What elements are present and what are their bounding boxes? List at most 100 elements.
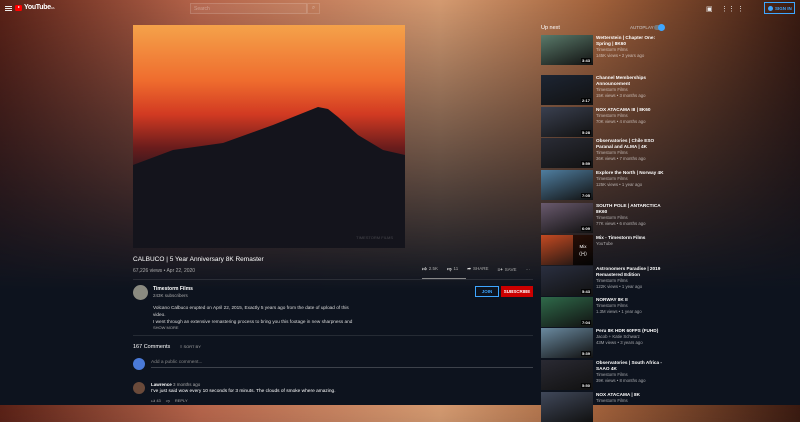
video-title[interactable]: Observatories | Chile ESO Paranal and AL…	[596, 138, 666, 150]
video-title[interactable]: Observatories | South Africa - SAAO 4K	[596, 360, 666, 372]
mountain-silhouette	[133, 107, 405, 248]
video-thumbnail[interactable]: 5:59	[541, 138, 593, 168]
divider	[133, 279, 533, 280]
divider	[133, 335, 533, 336]
comment-time: 3 months ago	[173, 382, 201, 387]
search-input[interactable]: Search	[190, 3, 307, 14]
recommended-video[interactable]: 7:05 Explore the North | Norway 4K Timesto…	[541, 170, 666, 200]
video-meta: 125K views • 1 year ago	[596, 182, 643, 187]
top-bar: YouTube CA Search ⌕ ▣ ⋮⋮ ⋮ SIGN IN	[0, 0, 800, 18]
hamburger-menu-icon[interactable]	[5, 6, 12, 11]
like-button[interactable]: 👍︎ 2.5K	[422, 266, 438, 272]
video-meta: 36K views • 7 months ago	[596, 156, 646, 161]
more-actions-icon[interactable]: ···	[525, 267, 530, 272]
video-duration: 7:04	[580, 320, 591, 325]
autoplay-toggle[interactable]	[654, 24, 665, 31]
recommended-video[interactable]: 5:50 Observatories | South Africa - SAAO …	[541, 360, 666, 390]
comment-like-button[interactable]: 👍︎ 43	[151, 398, 161, 404]
video-thumbnail[interactable]: 6:09	[541, 203, 593, 233]
video-duration: 7:05	[580, 193, 591, 198]
comment-text: I've just said wow every 10 seconds for …	[151, 389, 336, 394]
comment-input-underline	[151, 367, 533, 368]
recommended-video[interactable]: 7:04 NORWAY 8K II Timestorm Films 1.3M view…	[541, 297, 666, 327]
video-duration: 2:17	[580, 98, 591, 103]
apps-grid-icon[interactable]: ⋮⋮	[721, 5, 735, 13]
search-icon[interactable]: ⌕	[307, 3, 320, 14]
recommended-video[interactable]: 5:43 Astronomers Paradise | 2019 Remaster…	[541, 266, 666, 296]
sort-by-button[interactable]: ≡ SORT BY	[180, 344, 201, 349]
user-avatar	[133, 358, 145, 370]
mix-radio-icon: ((•))	[579, 251, 587, 256]
video-thumbnail[interactable]: 7:05	[541, 170, 593, 200]
join-button[interactable]: JOIN	[475, 286, 499, 297]
video-duration: 3:43	[580, 58, 591, 63]
video-title: CALBUCO | 5 Year Anniversary 8K Remaster	[133, 256, 264, 263]
video-meta: 122K views • 1 year ago	[596, 284, 643, 289]
thumbs-up-icon: 👍︎	[422, 266, 427, 271]
recommended-video[interactable]: 2:17 Channel Memberships Announcement Time…	[541, 75, 666, 105]
recommended-video[interactable]: 5:28 NOX ATACAMA III | 8K60 Timestorm Film…	[541, 107, 666, 137]
video-thumbnail[interactable]: Mix ((•))	[541, 235, 593, 265]
save-button[interactable]: ≡+ SAVE	[498, 267, 517, 272]
recommended-video[interactable]: Mix ((•)) Mix - Timestorm Films YouTube	[541, 235, 666, 265]
video-meta: 70K views • 4 months ago	[596, 119, 646, 124]
video-thumbnail[interactable]: 5:50	[541, 360, 593, 390]
video-thumbnail[interactable]: 7:04	[541, 297, 593, 327]
recommended-video[interactable]: NOX ATACAMA | 8K Timestorm Films	[541, 392, 666, 422]
video-thumbnail[interactable]: 5:43	[541, 266, 593, 296]
video-title[interactable]: Astronomers Paradise | 2019 Remastered E…	[596, 266, 666, 278]
show-more-button[interactable]: SHOW MORE	[153, 325, 179, 330]
channel-name: Timestorm Films	[596, 398, 628, 403]
video-player[interactable]: TIMESTORM FILMS	[133, 25, 405, 248]
video-thumbnail[interactable]: 2:17	[541, 75, 593, 105]
recommended-video[interactable]: 6:09 SOUTH POLE | ANTARCTICA 8K60 Timestor…	[541, 203, 666, 233]
create-video-icon[interactable]: ▣	[706, 5, 713, 13]
recommended-video[interactable]: 5:59 Observatories | Chile ESO Paranal an…	[541, 138, 666, 168]
add-comment-input[interactable]: Add a public comment...	[151, 360, 202, 365]
video-duration: 5:59	[580, 161, 591, 166]
video-title[interactable]: Wetterstein | Chapter One: Spring | 8K60	[596, 35, 666, 47]
dislike-button[interactable]: 👎︎ 11	[447, 266, 458, 272]
video-duration: 5:39	[580, 351, 591, 356]
video-description: Volcano Calbuco erupted on April 22, 201…	[153, 305, 353, 324]
reply-button[interactable]: REPLY	[175, 398, 188, 404]
sign-in-button[interactable]: SIGN IN	[764, 2, 795, 14]
video-duration: 5:50	[580, 383, 591, 388]
channel-avatar[interactable]	[133, 285, 148, 300]
video-actions: 👍︎ 2.5K 👎︎ 11 ➦ SHARE ≡+ SAVE ···	[422, 266, 530, 272]
comment-author[interactable]: Lawrence	[151, 382, 172, 387]
share-icon: ➦	[467, 266, 471, 271]
thumbs-up-icon: 👍︎	[151, 398, 156, 403]
video-title[interactable]: SOUTH POLE | ANTARCTICA 8K60	[596, 203, 666, 215]
subscribe-button[interactable]: SUBSCRIBE	[501, 286, 533, 297]
video-meta: 43M views • 3 years ago	[596, 340, 643, 345]
video-thumbnail[interactable]: 3:43	[541, 35, 593, 65]
recommended-video[interactable]: 3:43 Wetterstein | Chapter One: Spring | …	[541, 35, 666, 65]
mix-overlay: Mix ((•))	[573, 235, 593, 265]
account-icon	[768, 5, 773, 11]
video-thumbnail[interactable]: 5:28	[541, 107, 593, 137]
video-duration: 5:28	[580, 130, 591, 135]
video-meta: 39K views • 8 months ago	[596, 378, 646, 383]
youtube-logo[interactable]: YouTube CA	[15, 4, 55, 11]
subscriber-count: 243K subscribers	[153, 293, 188, 298]
recommended-video[interactable]: 5:39 Peru 8K HDR 60FPS (FUHD) Jacob + Kati…	[541, 328, 666, 358]
video-meta: 145K views • 2 years ago	[596, 53, 645, 58]
youtube-play-icon	[15, 4, 22, 11]
video-meta: 1.3M views • 1 year ago	[596, 309, 642, 314]
autoplay-label: AUTOPLAY	[630, 25, 654, 30]
commenter-avatar[interactable]	[133, 382, 145, 394]
video-thumbnail[interactable]: 5:39	[541, 328, 593, 358]
video-title[interactable]: Channel Memberships Announcement	[596, 75, 666, 87]
comment-dislike-icon[interactable]: 👎︎	[166, 398, 170, 404]
thumbs-down-icon: 👎︎	[446, 266, 452, 271]
channel-name: YouTube	[596, 241, 613, 246]
video-meta: 77K views • 6 months ago	[596, 221, 646, 226]
share-button[interactable]: ➦ SHARE	[467, 266, 488, 272]
video-thumbnail[interactable]	[541, 392, 593, 422]
video-watermark: TIMESTORM FILMS	[356, 235, 393, 240]
up-next-heading: Up next	[541, 25, 560, 31]
video-meta: 67,226 views • Apr 22, 2020	[133, 268, 196, 274]
channel-name[interactable]: Timestorm Films	[153, 286, 193, 292]
more-options-icon[interactable]: ⋮	[737, 5, 744, 13]
